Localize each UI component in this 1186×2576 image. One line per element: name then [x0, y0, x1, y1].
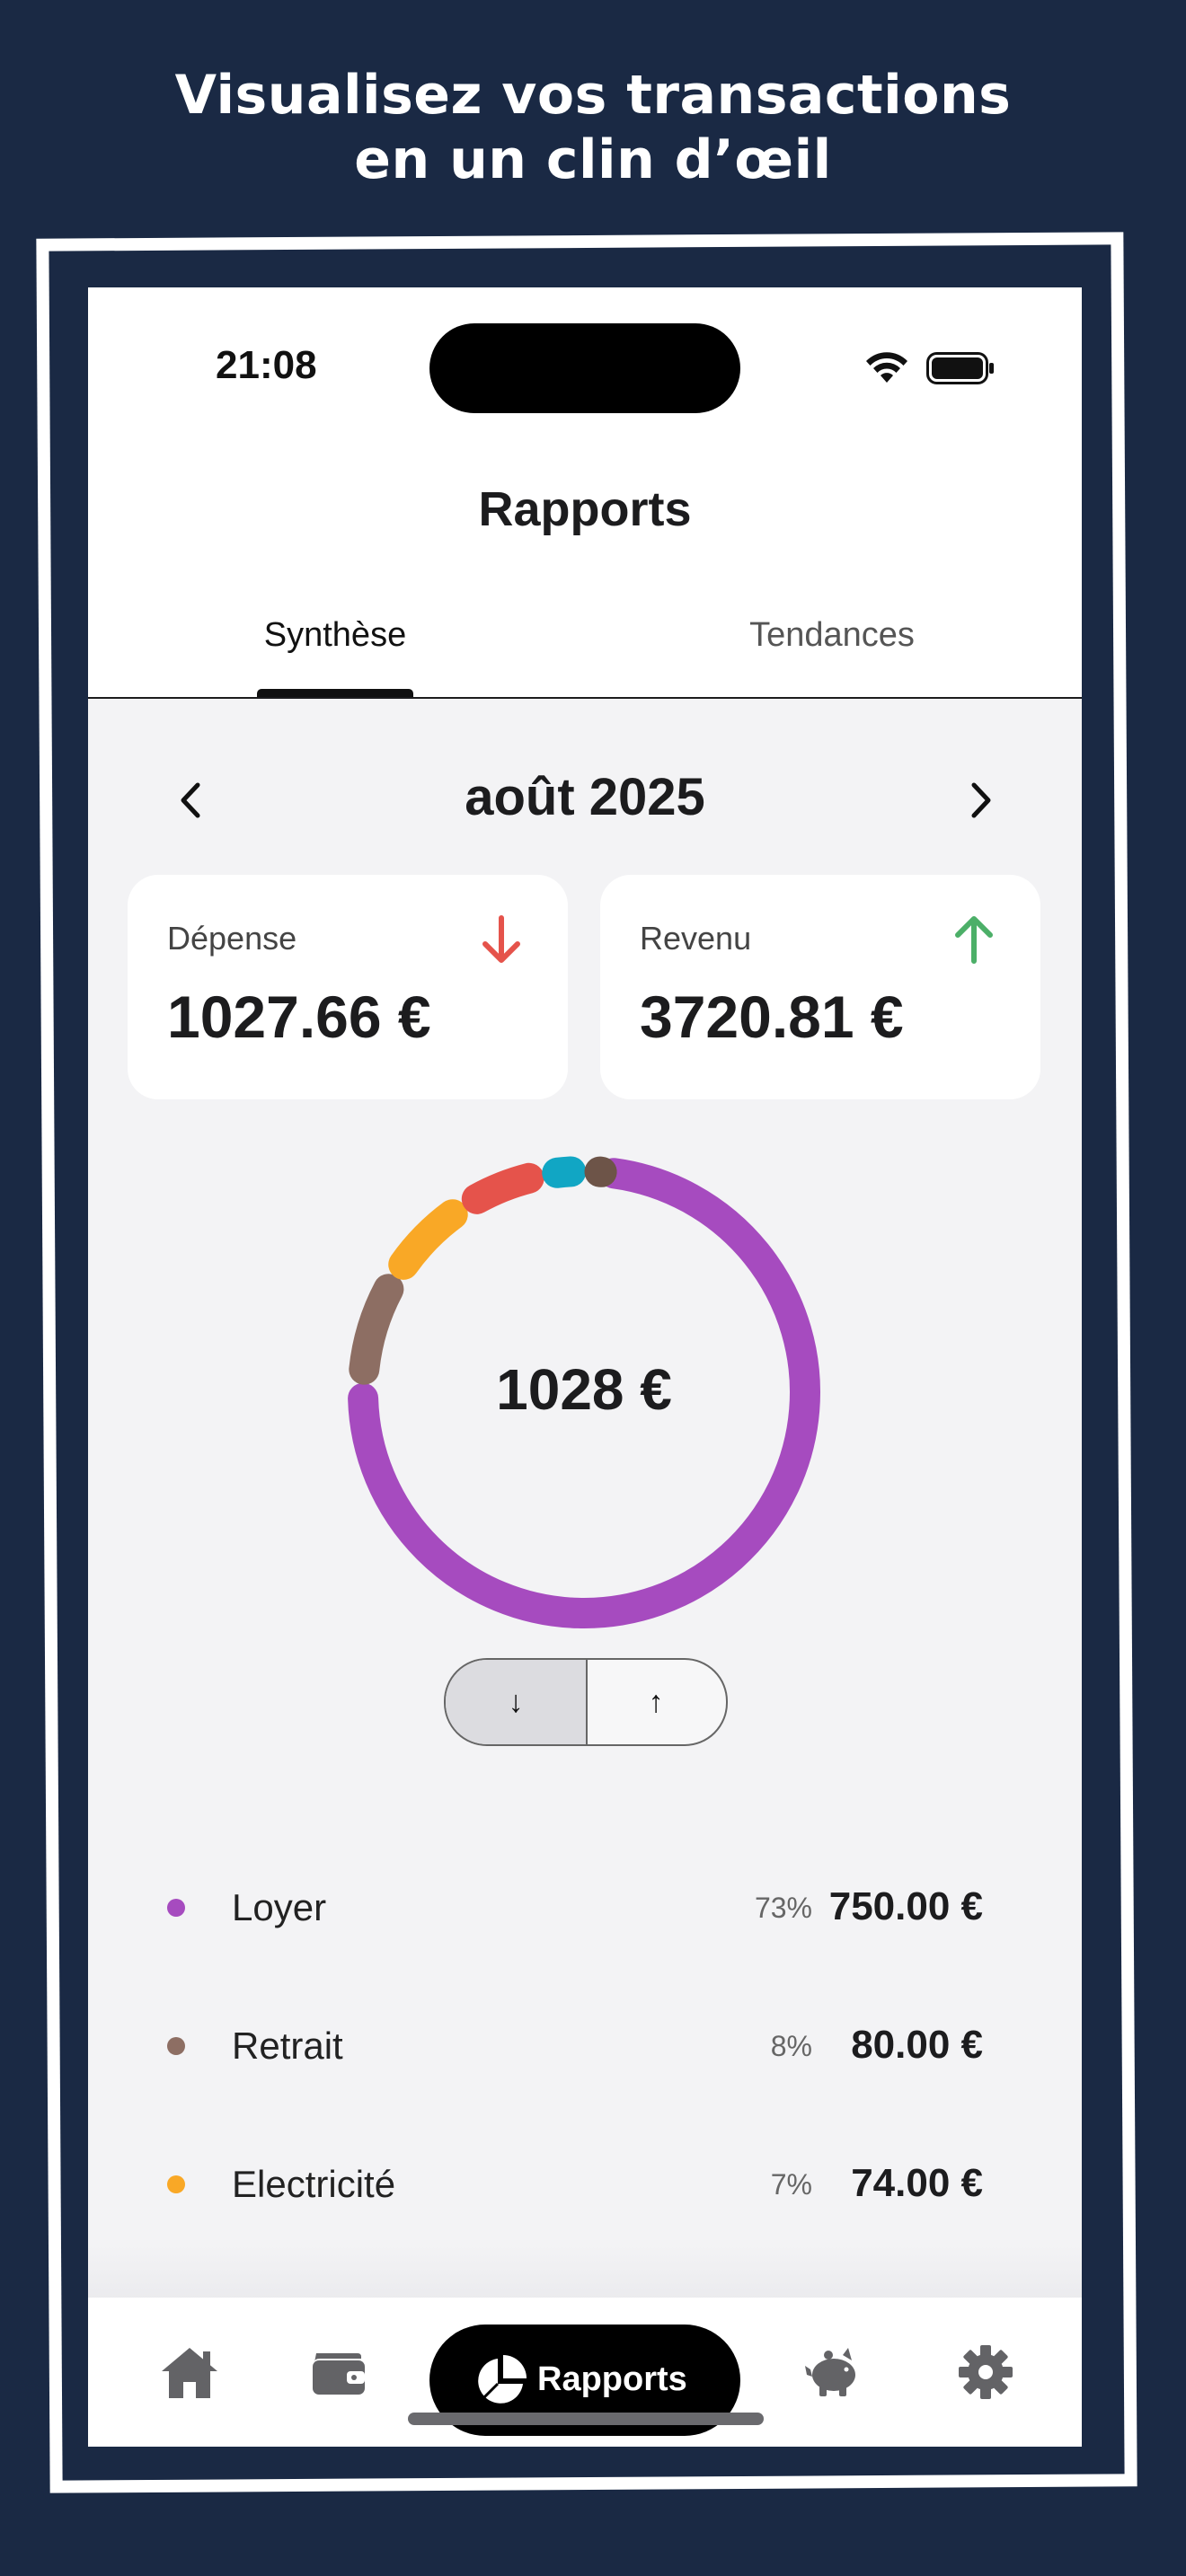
list-item[interactable]: Electricité 7% 74.00 € [88, 2148, 1082, 2220]
pie-chart-icon [478, 2355, 527, 2404]
active-tab-indicator [257, 689, 413, 697]
chevron-right-icon[interactable] [958, 778, 1003, 823]
expense-label: Dépense [167, 920, 297, 957]
promo-line-1: Visualisez vos transactions [174, 64, 1012, 127]
wifi-icon [866, 352, 907, 383]
header-area: 21:08 Rapports Synthèse Tendances [88, 287, 1082, 699]
wallet-icon[interactable] [307, 2342, 370, 2402]
page-title: Rapports [478, 482, 692, 536]
category-amount: 750.00 € [828, 1884, 983, 1928]
period-label: août 2025 [465, 768, 705, 826]
status-time: 21:08 [216, 343, 317, 387]
category-amount: 74.00 € [851, 2161, 983, 2205]
tab-tendances[interactable]: Tendances [652, 616, 1012, 655]
battery-icon [926, 352, 994, 384]
list-item[interactable]: Retrait 8% 80.00 € [88, 2010, 1082, 2082]
category-percent: 7% [770, 2168, 812, 2201]
income-label: Revenu [640, 920, 752, 957]
expense-card[interactable]: Dépense 1027.66 € [128, 875, 568, 1099]
arrow-down-icon [482, 915, 520, 963]
category-percent: 8% [770, 2030, 812, 2062]
donut-segment[interactable] [461, 1162, 544, 1214]
tab-rapports-label: Rapports [537, 2360, 687, 2398]
type-toggle: ↓ ↑ [444, 1658, 728, 1746]
category-name: Retrait [232, 2025, 343, 2067]
donut-segment[interactable] [388, 1199, 468, 1280]
arrow-down-icon: ↓ [508, 1684, 524, 1719]
tab-synthese[interactable]: Synthèse [155, 616, 515, 655]
period-selector: août 2025 [88, 751, 1082, 832]
arrow-up-icon: ↑ [648, 1684, 664, 1719]
category-name: Loyer [232, 1886, 327, 1928]
promo-line-2: en un clin d’œil [354, 128, 832, 191]
category-amount: 80.00 € [851, 2023, 983, 2067]
list-item[interactable]: Loyer 73% 750.00 € [88, 1872, 1082, 1944]
gear-icon[interactable] [954, 2342, 1017, 2402]
category-color-dot [167, 2037, 185, 2055]
list-fade [88, 2245, 1082, 2299]
arrow-up-icon [955, 916, 993, 964]
phone-screen: 21:08 Rapports Synthèse Tendances août 2… [88, 287, 1082, 2447]
home-icon[interactable] [158, 2342, 221, 2402]
income-toggle-button[interactable]: ↑ [586, 1660, 726, 1744]
income-value: 3720.81 € [640, 984, 904, 1050]
home-indicator [408, 2413, 764, 2425]
category-percent: 73% [754, 1892, 812, 1924]
category-color-dot [167, 1899, 185, 1917]
expense-value: 1027.66 € [167, 984, 431, 1050]
category-color-dot [167, 2175, 185, 2193]
dynamic-island [429, 323, 740, 413]
donut-segment[interactable] [542, 1156, 587, 1188]
income-card[interactable]: Revenu 3720.81 € [600, 875, 1040, 1099]
expense-toggle-button[interactable]: ↓ [446, 1660, 588, 1744]
category-name: Electricité [232, 2163, 396, 2205]
donut-center-total: 1028 € [496, 1357, 672, 1422]
piggy-bank-icon[interactable] [801, 2342, 864, 2402]
promo-headline: Visualisez vos transactions en un clin d… [0, 63, 1186, 192]
